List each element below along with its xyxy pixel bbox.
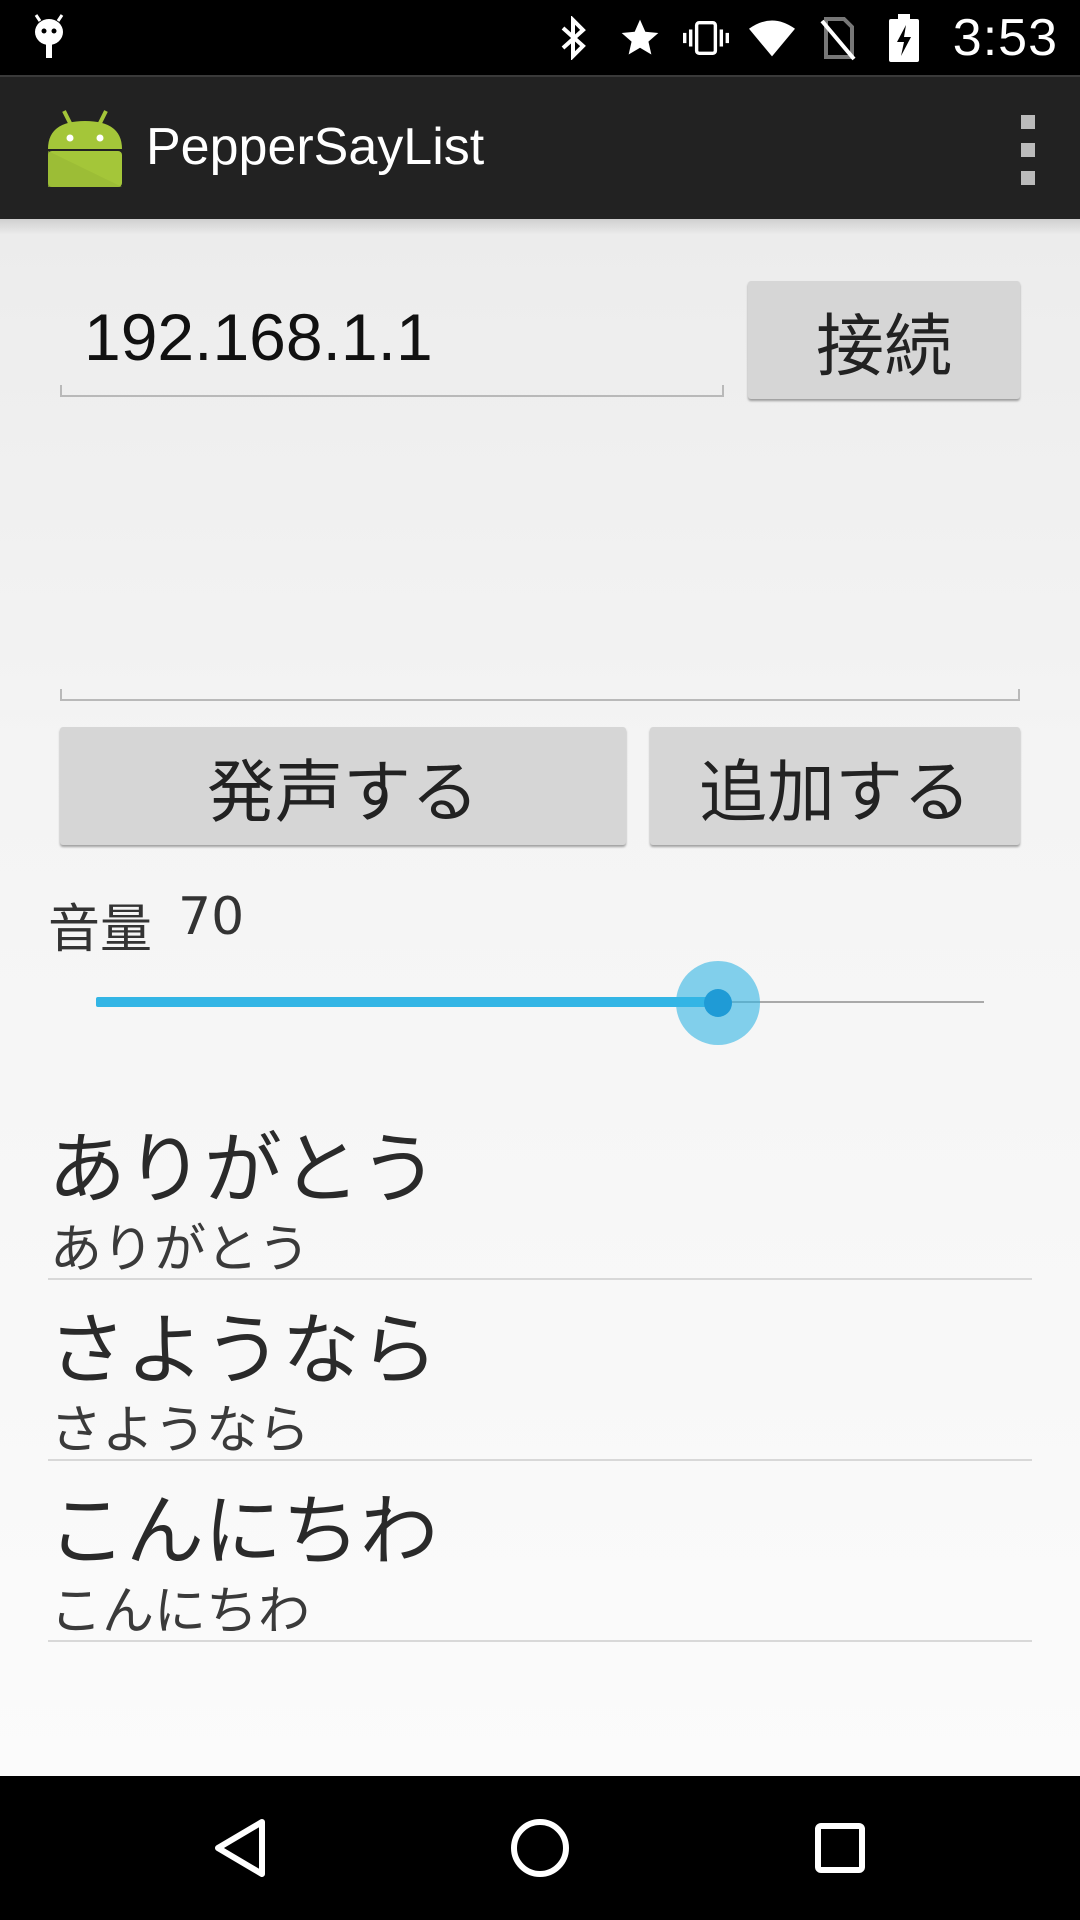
main-content: 192.168.1.1 接続 発声する 追加する 音量 70 ありがとう ありが… <box>0 219 1080 1776</box>
list-item-subtitle: ありがとう <box>50 1220 311 1280</box>
speak-button[interactable]: 発声する <box>60 727 626 845</box>
list-item-subtitle: こんにちわ <box>50 1582 311 1642</box>
android-icon <box>44 107 126 189</box>
no-sim-icon <box>815 15 861 61</box>
home-icon[interactable] <box>504 1812 576 1884</box>
action-bar: PepperSayList <box>0 75 1080 219</box>
slider-thumb[interactable] <box>703 989 732 1017</box>
list-item[interactable]: ありがとう ありがとう <box>48 1099 1032 1280</box>
list-item-subtitle: さようなら <box>50 1401 311 1461</box>
message-input[interactable] <box>60 479 1020 701</box>
ip-address-input[interactable]: 192.168.1.1 <box>60 279 724 397</box>
list-item-title: ありがとう <box>48 1125 439 1215</box>
list-item[interactable]: こんにちわ こんにちわ <box>48 1461 1032 1642</box>
volume-label: 音量 <box>48 900 153 960</box>
navigation-bar <box>0 1776 1080 1920</box>
connect-button[interactable]: 接続 <box>748 281 1020 399</box>
star-icon <box>617 15 663 61</box>
list-item-title: こんにちわ <box>48 1487 439 1577</box>
app-title: PepperSayList <box>146 118 485 176</box>
volume-slider[interactable] <box>96 957 984 1047</box>
list-item[interactable]: さようなら さようなら <box>48 1280 1032 1461</box>
vibrate-icon <box>682 15 729 61</box>
recents-icon[interactable] <box>804 1812 876 1884</box>
clock: 3:53 <box>952 9 1058 67</box>
ip-address-value: 192.168.1.1 <box>84 300 433 374</box>
add-button[interactable]: 追加する <box>650 727 1020 845</box>
bluetooth-icon <box>551 15 597 61</box>
volume-label-row: 音量 70 <box>48 887 244 962</box>
volume-value: 70 <box>178 887 245 947</box>
slider-fill <box>96 997 718 1007</box>
list-item-title: さようなら <box>48 1306 439 1396</box>
overflow-menu-icon[interactable] <box>1016 115 1040 185</box>
battery-charging-icon <box>881 14 927 62</box>
phrase-list: ありがとう ありがとう さようなら さようなら こんにちわ こんにちわ <box>48 1099 1032 1642</box>
back-icon[interactable] <box>204 1812 276 1884</box>
wifi-icon <box>748 15 795 61</box>
status-bar: 3:53 <box>0 0 1080 75</box>
debug-icon <box>32 12 66 64</box>
